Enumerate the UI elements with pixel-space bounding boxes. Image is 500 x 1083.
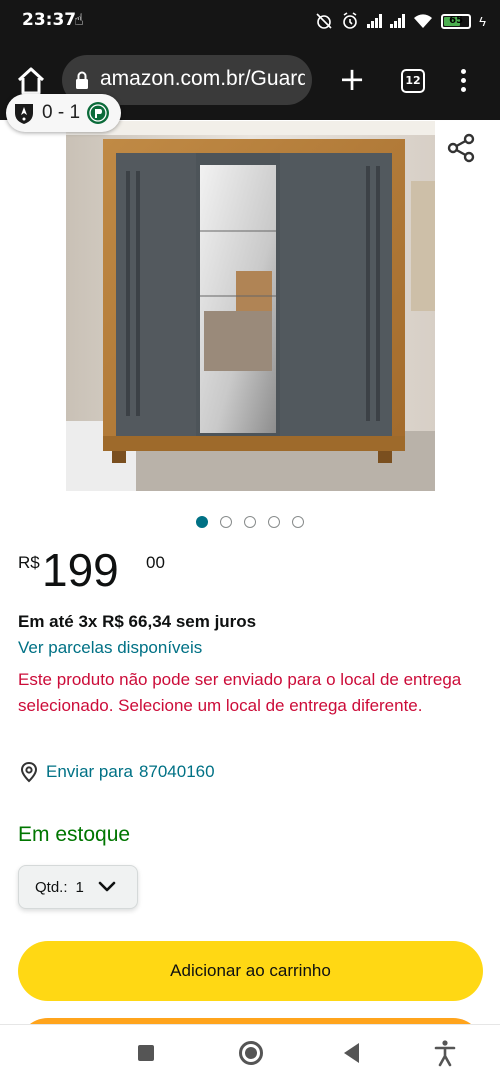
status-time: 23:37 bbox=[22, 10, 77, 30]
stock-status: Em estoque bbox=[18, 823, 131, 846]
battery-icon: 65 bbox=[441, 13, 472, 29]
carousel-dot[interactable] bbox=[196, 516, 208, 528]
add-to-cart-button[interactable]: Adicionar ao carrinho bbox=[18, 941, 483, 1001]
quantity-select[interactable]: Qtd.: 1 bbox=[18, 865, 138, 909]
score-widget[interactable]: 0 - 1 bbox=[6, 94, 121, 132]
charging-icon: ϟ bbox=[479, 13, 486, 29]
quantity-value: 1 bbox=[75, 878, 84, 896]
overflow-menu-icon[interactable] bbox=[455, 67, 471, 97]
installments-link[interactable]: Ver parcelas disponíveis bbox=[18, 638, 202, 658]
signal-icon-2 bbox=[390, 14, 406, 28]
location-pin-icon bbox=[20, 761, 38, 783]
status-bar: 23:37 ☝ 65 ϟ bbox=[0, 0, 500, 42]
hand-notification-icon: ☝ bbox=[74, 12, 84, 29]
price-currency: R$ bbox=[18, 553, 40, 572]
product-image[interactable] bbox=[66, 121, 435, 491]
status-icons: 65 ϟ bbox=[315, 10, 486, 32]
recents-icon[interactable] bbox=[138, 1045, 154, 1061]
chevron-down-icon bbox=[98, 881, 116, 892]
match-score: 0 - 1 bbox=[42, 102, 81, 123]
carousel-dot[interactable] bbox=[268, 516, 280, 528]
wardrobe-photo bbox=[66, 121, 435, 491]
accessibility-icon[interactable] bbox=[433, 1039, 457, 1067]
deliver-to-link[interactable]: Enviar para 87040160 bbox=[18, 760, 215, 784]
new-tab-button[interactable]: + bbox=[336, 63, 368, 95]
signal-icon bbox=[367, 14, 383, 28]
wifi-icon bbox=[414, 14, 433, 28]
price-whole: 199 bbox=[42, 544, 119, 596]
atletico-mg-crest-icon bbox=[15, 104, 33, 124]
carousel-dot[interactable] bbox=[292, 516, 304, 528]
back-icon[interactable] bbox=[344, 1043, 359, 1063]
tab-count-button[interactable]: 12 bbox=[401, 69, 425, 93]
quantity-label: Qtd.: bbox=[35, 878, 68, 896]
battery-text: 65 bbox=[449, 14, 464, 26]
delivery-warning: Este produto não pode ser enviado para o… bbox=[18, 670, 462, 715]
palmeiras-crest-icon bbox=[87, 102, 110, 124]
share-icon[interactable] bbox=[444, 131, 478, 165]
carousel-dot[interactable] bbox=[220, 516, 232, 528]
carousel-dot[interactable] bbox=[244, 516, 256, 528]
alarm-icon bbox=[343, 12, 357, 29]
image-carousel-dots bbox=[0, 516, 500, 528]
system-nav-bar bbox=[0, 1024, 500, 1083]
lock-icon[interactable] bbox=[72, 70, 92, 90]
deliver-to-label: Enviar para bbox=[46, 762, 133, 781]
deliver-to-zip: 87040160 bbox=[138, 762, 215, 781]
home-nav-icon[interactable] bbox=[239, 1041, 263, 1065]
installment-info: Em até 3x R$ 66,34 sem juros bbox=[18, 612, 257, 631]
price-fraction: 00 bbox=[146, 553, 165, 572]
url-text: amazon.com.br/Guarda-Roupa-Casal bbox=[100, 67, 305, 90]
alarm-off-icon bbox=[316, 13, 332, 29]
home-icon[interactable] bbox=[16, 66, 46, 96]
